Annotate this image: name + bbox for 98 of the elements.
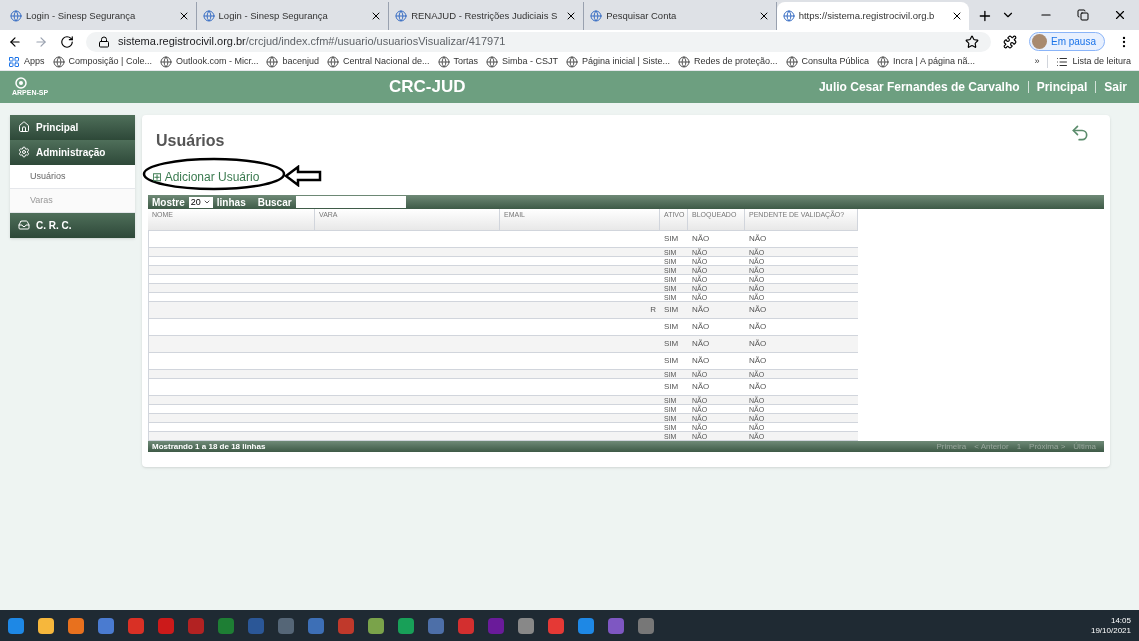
- grid-icon: [8, 55, 20, 68]
- globe-icon: [677, 55, 690, 68]
- app-icon[interactable]: [548, 617, 564, 634]
- bookmark-item[interactable]: Redes de proteção...: [677, 54, 778, 69]
- lock-icon: [98, 35, 110, 48]
- logo-icon: [12, 77, 30, 89]
- app-title: CRC-JUD: [389, 76, 466, 99]
- sidebar-section[interactable]: C. R. C.: [10, 213, 135, 238]
- bookmark-item[interactable]: Página inicial | Siste...: [566, 54, 670, 69]
- globe-icon: [437, 55, 450, 68]
- tab-favicon-icon: [10, 10, 22, 22]
- close-icon[interactable]: [1113, 8, 1127, 22]
- home-icon: [18, 121, 30, 133]
- globe-icon: [326, 55, 339, 68]
- app-icon[interactable]: [8, 617, 24, 634]
- bookmark-item[interactable]: Incra | A página nã...: [877, 54, 975, 69]
- bookmark-item[interactable]: Tortas: [437, 54, 479, 69]
- search-label: Buscar: [257, 195, 292, 210]
- search-field[interactable]: [295, 196, 406, 208]
- globe-icon: [566, 55, 579, 68]
- app-icon[interactable]: [398, 617, 414, 634]
- tab-favicon-icon: [590, 10, 603, 22]
- gear-icon: [18, 146, 30, 158]
- table-cell: R: [650, 305, 656, 314]
- reload-icon[interactable]: [60, 34, 74, 49]
- new-tab-icon[interactable]: [977, 8, 993, 24]
- globe-icon: [486, 55, 499, 68]
- globe-icon: [877, 55, 890, 68]
- row-count-text: Mostrando 1 a 18 de 18 linhas: [152, 440, 266, 453]
- tab-title: RENAJUD - Restrições Judiciais S: [411, 8, 558, 23]
- sidebar-section[interactable]: Principal: [10, 115, 135, 140]
- caret-icon: [202, 198, 211, 206]
- sidebar-item[interactable]: Usuários: [10, 165, 135, 189]
- table-cell-text: NÃO: [691, 233, 711, 245]
- app-icon[interactable]: [68, 617, 84, 634]
- app-icon[interactable]: [38, 617, 54, 634]
- tab-title: Login - Sinesp Segurança: [26, 8, 136, 23]
- table-cell-text: NÃO: [691, 321, 711, 333]
- bookmark-item[interactable]: Consulta Pública: [785, 54, 870, 69]
- table-cell-text: SIM: [663, 355, 680, 367]
- clock-date: 19/10/2021: [1090, 625, 1131, 636]
- table-cell-text: NÃO: [691, 381, 711, 393]
- bookmark-item[interactable]: Outlook.com - Micr...: [159, 54, 259, 69]
- rows-label: linhas: [216, 195, 246, 210]
- table-cell-text: NÃO: [748, 338, 768, 350]
- globe-icon: [52, 55, 65, 68]
- bookmark-item[interactable]: Apps: [8, 54, 45, 69]
- table-cell-text: SIM: [663, 381, 680, 393]
- back-icon[interactable]: [8, 34, 22, 49]
- browser-tab[interactable]: https://sistema.registrocivil.org.b: [776, 2, 970, 30]
- clock-time: 14:05: [1110, 615, 1131, 626]
- bookmark-item[interactable]: bacenjud: [266, 54, 319, 69]
- tab-favicon-icon: [202, 10, 215, 22]
- bookmarks-overflow[interactable]: »: [1034, 54, 1040, 69]
- user-name: Julio Cesar Fernandes de Carvalho: [818, 79, 1020, 96]
- globe-icon: [785, 55, 798, 68]
- table-cell-text: NÃO: [748, 381, 768, 393]
- profile-button[interactable]: Em pausa: [1028, 32, 1105, 51]
- restore-icon[interactable]: [1077, 9, 1089, 21]
- app-icon[interactable]: [578, 617, 594, 634]
- bookmark-item[interactable]: Simba - CSJT: [486, 54, 559, 69]
- table-cell-text: NÃO: [748, 304, 768, 316]
- tray-icon: [18, 219, 30, 231]
- bookmark-star-icon[interactable]: [964, 34, 979, 49]
- tab-favicon-icon: [395, 10, 408, 22]
- table-cell-text: NÃO: [691, 304, 711, 316]
- app-icon[interactable]: [98, 617, 114, 634]
- table-cell-text: SIM: [663, 321, 680, 333]
- table-cell-text: NÃO: [691, 355, 711, 367]
- table-cell-text: SIM: [663, 338, 680, 350]
- app-icon[interactable]: [518, 617, 534, 634]
- tab-title: Login - Sinesp Segurança: [218, 8, 328, 23]
- table-cell-text: NÃO: [748, 233, 768, 245]
- back-arrow-icon[interactable]: [1070, 123, 1090, 143]
- table-cell-text: NÃO: [748, 355, 768, 367]
- forward-icon[interactable]: [34, 34, 48, 49]
- table-cell-text: SIM: [663, 233, 680, 245]
- tab-title: https://sistema.registrocivil.org.b: [798, 8, 935, 23]
- globe-icon: [266, 55, 279, 68]
- tab-title: Pesquisar Conta: [606, 8, 677, 23]
- table-cell-text: SIM: [663, 304, 680, 316]
- globe-icon: [159, 55, 172, 68]
- list-icon: [1056, 55, 1069, 68]
- table-cell-text: NÃO: [748, 321, 768, 333]
- address-bar[interactable]: sistema.registrocivil.org.br/crcjud/index.cfm#/usuario/usuariosVisualizar/417971: [86, 31, 991, 52]
- bookmark-item[interactable]: Central Nacional de...: [326, 54, 430, 69]
- page-title: Usuários: [156, 131, 225, 151]
- tab-favicon-icon: [782, 10, 795, 22]
- sidebar-section[interactable]: Administração: [10, 140, 135, 165]
- show-label: Mostre: [152, 195, 185, 210]
- reading-list-button[interactable]: Lista de leitura: [1047, 54, 1131, 69]
- url-text: sistema.registrocivil.org.br/crcjud/index.cfm#/usuario/usuariosVisualizar/417971: [118, 34, 506, 50]
- app-icon[interactable]: [368, 617, 384, 634]
- arrow-annotation-drawing: [284, 165, 323, 187]
- page-size-select[interactable]: 20: [188, 196, 213, 208]
- extensions-icon[interactable]: [1002, 34, 1017, 49]
- bookmark-item[interactable]: Composição | Cole...: [52, 54, 152, 69]
- table-cell-text: NÃO: [691, 338, 711, 350]
